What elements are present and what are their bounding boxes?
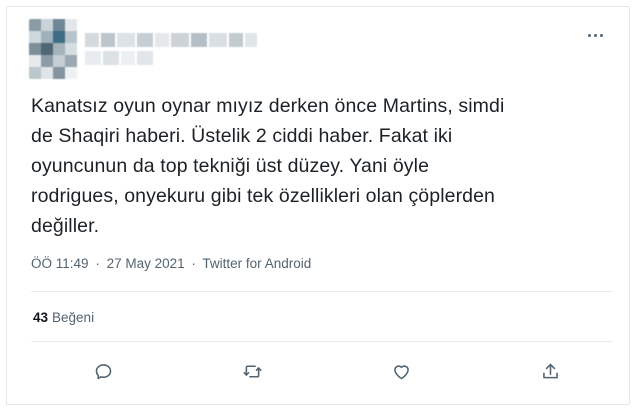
more-options-icon[interactable] bbox=[583, 25, 607, 45]
tweet-client[interactable]: Twitter for Android bbox=[202, 256, 311, 271]
action-bar bbox=[7, 357, 629, 387]
heart-icon[interactable] bbox=[387, 357, 415, 385]
author-name-redacted[interactable] bbox=[85, 29, 285, 69]
retweet-icon[interactable] bbox=[238, 357, 266, 385]
reply-icon[interactable] bbox=[89, 357, 117, 385]
avatar[interactable] bbox=[29, 19, 77, 79]
divider bbox=[31, 341, 613, 342]
likes-count: 43 bbox=[33, 310, 49, 325]
likes-stat[interactable]: 43 Beğeni bbox=[33, 310, 94, 325]
tweet-card: Kanatsız oyun oynar mıyız derken önce Ma… bbox=[6, 6, 630, 405]
share-icon[interactable] bbox=[536, 357, 564, 385]
tweet-header bbox=[29, 19, 609, 83]
divider bbox=[31, 291, 613, 292]
tweet-meta: ÖÖ 11:49 · 27 May 2021 · Twitter for And… bbox=[31, 256, 311, 271]
meta-separator: · bbox=[95, 256, 100, 271]
tweet-time[interactable]: ÖÖ 11:49 bbox=[31, 256, 89, 271]
likes-label: Beğeni bbox=[52, 310, 95, 325]
tweet-date[interactable]: 27 May 2021 bbox=[107, 256, 185, 271]
meta-separator: · bbox=[191, 256, 196, 271]
tweet-text: Kanatsız oyun oynar mıyız derken önce Ma… bbox=[31, 95, 505, 237]
